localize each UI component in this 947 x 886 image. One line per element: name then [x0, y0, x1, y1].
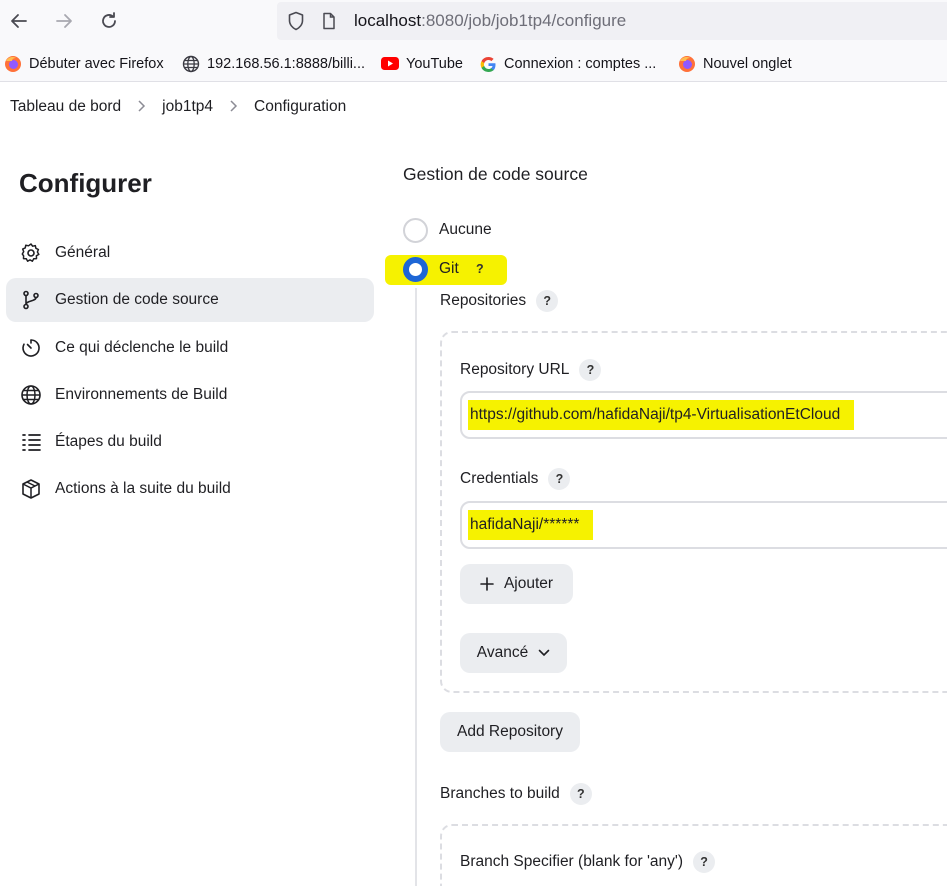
help-icon[interactable]: ?: [536, 290, 559, 312]
bookmark-nouvel-onglet[interactable]: Nouvel onglet: [678, 54, 792, 74]
bookmark-youtube[interactable]: YouTube: [381, 54, 463, 74]
arrow-left-icon[interactable]: [6, 8, 32, 34]
url-host: localhost: [354, 11, 422, 30]
add-repository-button[interactable]: Add Repository: [440, 712, 580, 752]
radio-git-label: Git: [439, 260, 459, 277]
gear-icon: [19, 241, 43, 265]
scm-option-git[interactable]: Git ?: [403, 256, 491, 282]
sidebar-item-label: Étapes du build: [55, 433, 162, 450]
sidebar-item-general[interactable]: Général: [6, 231, 374, 275]
help-icon[interactable]: ?: [579, 359, 602, 381]
chevron-down-icon: [538, 649, 550, 657]
firefox-icon: [678, 55, 696, 73]
url-bar[interactable]: localhost:8080/job/job1tp4/configure: [277, 2, 947, 40]
credentials-label: Credentials ?: [460, 468, 571, 490]
plus-icon: [480, 577, 494, 591]
branches-label: Branches to build ?: [440, 783, 592, 805]
sidebar-item-post-build[interactable]: Actions à la suite du build: [6, 467, 374, 511]
sidebar-item-label: Ce qui déclenche le build: [55, 339, 229, 356]
section-divider: [415, 288, 417, 886]
branch-specifier-label-text: Branch Specifier (blank for 'any'): [460, 853, 684, 870]
page-title: Configurer: [19, 168, 152, 198]
add-credentials-label: Ajouter: [503, 575, 554, 592]
section-title: Gestion de code source: [403, 164, 588, 184]
chevron-right-icon: [229, 99, 238, 115]
help-icon[interactable]: ?: [548, 468, 571, 490]
bookmark-debuter-firefox[interactable]: Débuter avec Firefox: [4, 54, 164, 74]
timer-icon: [19, 336, 43, 360]
help-icon[interactable]: ?: [569, 783, 592, 805]
shield-icon[interactable]: [287, 11, 305, 36]
reload-icon[interactable]: [96, 8, 122, 34]
bookmark-label: Nouvel onglet: [703, 56, 792, 72]
repo-url-label-text: Repository URL: [460, 361, 570, 378]
breadcrumb-configuration[interactable]: Configuration: [254, 98, 346, 116]
bookmark-label: YouTube: [406, 56, 463, 72]
breadcrumb: Tableau de bord job1tp4 Configuration: [0, 82, 947, 132]
repositories-label: Repositories ?: [440, 290, 559, 312]
url-text[interactable]: localhost:8080/job/job1tp4/configure: [354, 11, 626, 31]
credentials-label-text: Credentials: [460, 470, 539, 487]
branches-label-text: Branches to build: [440, 785, 560, 802]
bookmark-label: Connexion : comptes ...: [504, 56, 657, 72]
branch-specifier-label: Branch Specifier (blank for 'any') ?: [460, 851, 716, 873]
advanced-label: Avancé: [476, 644, 529, 661]
sidebar-item-scm[interactable]: Gestion de code source: [6, 278, 374, 322]
globe-icon: [19, 383, 43, 407]
radio-none-label: Aucune: [439, 221, 492, 238]
list-icon: [19, 430, 43, 454]
bookmarks-bar: Débuter avec Firefox 192.168.56.1:8888/b…: [0, 42, 947, 82]
branch-icon: [19, 288, 43, 312]
credentials-select[interactable]: hafidaNaji/******: [460, 501, 947, 549]
sidebar-item-label: Gestion de code source: [55, 291, 219, 308]
help-icon[interactable]: ?: [693, 851, 716, 873]
credentials-value: hafidaNaji/******: [468, 510, 594, 540]
package-icon: [19, 477, 43, 501]
browser-toolbar: localhost:8080/job/job1tp4/configure: [0, 0, 947, 42]
radio-git[interactable]: [403, 256, 428, 282]
repo-url-input[interactable]: https://github.com/hafidaNaji/tp4-Virtua…: [460, 391, 947, 439]
sidebar-item-triggers[interactable]: Ce qui déclenche le build: [6, 326, 374, 370]
scm-option-none[interactable]: Aucune: [403, 217, 492, 243]
sidebar-item-label: Environnements de Build: [55, 386, 228, 403]
chevron-right-icon: [137, 99, 146, 115]
add-credentials-button[interactable]: Ajouter: [460, 564, 573, 604]
sidebar-item-label: Général: [55, 244, 111, 261]
bookmark-billing[interactable]: 192.168.56.1:8888/billi...: [182, 54, 365, 74]
globe-icon: [182, 55, 200, 73]
breadcrumb-job[interactable]: job1tp4: [162, 98, 213, 116]
sidebar-item-build-environment[interactable]: Environnements de Build: [6, 373, 374, 417]
repo-url-value: https://github.com/hafidaNaji/tp4-Virtua…: [468, 400, 855, 430]
page-icon: [321, 12, 337, 35]
sidebar-item-build-steps[interactable]: Étapes du build: [6, 420, 374, 464]
repositories-label-text: Repositories: [440, 292, 527, 309]
arrow-right-icon[interactable]: [51, 8, 77, 34]
firefox-icon: [4, 55, 22, 73]
breadcrumb-dashboard[interactable]: Tableau de bord: [10, 98, 121, 116]
repo-url-label: Repository URL ?: [460, 359, 602, 381]
google-icon: [479, 55, 497, 73]
bookmark-label: 192.168.56.1:8888/billi...: [207, 56, 366, 72]
url-path: :8080/job/job1tp4/configure: [421, 11, 627, 30]
youtube-icon: [381, 55, 399, 73]
add-repository-label: Add Repository: [457, 723, 563, 740]
help-icon[interactable]: ?: [469, 258, 491, 280]
bookmark-label: Débuter avec Firefox: [29, 56, 164, 72]
bookmark-connexion[interactable]: Connexion : comptes ...: [479, 54, 656, 74]
radio-none[interactable]: [403, 217, 428, 243]
sidebar-item-label: Actions à la suite du build: [55, 480, 231, 497]
advanced-button[interactable]: Avancé: [460, 633, 567, 673]
